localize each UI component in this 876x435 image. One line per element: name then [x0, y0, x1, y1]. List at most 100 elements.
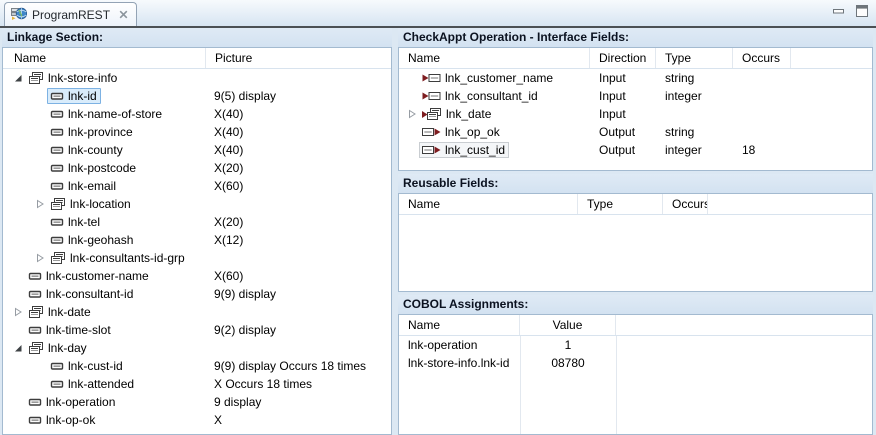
indent-spacer [399, 132, 405, 133]
linkage-tree-row[interactable]: lnk-name-of-storeX(40) [3, 105, 391, 123]
interface-field-row[interactable]: lnk_cust_idOutputinteger18 [399, 141, 872, 159]
linkage-tree-row[interactable]: lnk-cust-id9(9) display Occurs 18 times [3, 357, 391, 375]
column-header-name[interactable]: Name [399, 194, 578, 214]
item-label: lnk-customer-name [46, 269, 149, 283]
linkage-tree-row[interactable]: lnk-time-slot9(2) display [3, 321, 391, 339]
column-header-name[interactable]: Name [399, 48, 590, 68]
interface-field-row[interactable]: lnk_customer_nameInputstring [399, 69, 872, 87]
group-item-icon [28, 306, 44, 319]
twisty-expanded-icon[interactable] [11, 73, 25, 83]
twisty-collapsed-icon[interactable] [33, 253, 47, 263]
column-header-name[interactable]: Name [3, 48, 206, 68]
interface-field-row[interactable]: lnk_op_okOutputstring [399, 123, 872, 141]
direction-cell: Output [590, 125, 656, 139]
item-label: lnk-time-slot [46, 323, 111, 337]
linkage-tree-row[interactable]: lnk-op-okX [3, 411, 391, 429]
name-cell: lnk-province [3, 123, 206, 141]
name-cell: lnk-tel [3, 213, 206, 231]
column-header-type[interactable]: Type [656, 48, 733, 68]
name-cell: lnk-county [3, 141, 206, 159]
linkage-tree-row[interactable]: lnk-geohashX(12) [3, 231, 391, 249]
linkage-tree-row[interactable]: lnk-postcodeX(20) [3, 159, 391, 177]
column-header-picture[interactable]: Picture [206, 48, 391, 68]
linkage-tree-row[interactable]: lnk-email X(60) [3, 177, 391, 195]
picture-cell: X(60) [206, 269, 391, 283]
interface-fields-title: CheckAppt Operation - Interface Fields: [398, 28, 873, 47]
item-label: lnk-op-ok [46, 413, 95, 427]
direction-cell: Output [590, 143, 656, 157]
indent-spacer [399, 96, 405, 97]
indent-spacer [3, 384, 33, 385]
group-input-icon [422, 108, 442, 121]
item-box: lnk-name-of-store [47, 106, 166, 122]
linkage-tree-row[interactable]: lnk-attendedX Occurs 18 times [3, 375, 391, 393]
interface-field-row[interactable]: lnk_consultant_idInputinteger [399, 87, 872, 105]
name-cell: lnk-email [3, 177, 206, 195]
column-header-occurs[interactable]: Occurs [663, 194, 708, 214]
linkage-tree-row[interactable]: lnk-day [3, 339, 391, 357]
linkage-tree-row[interactable]: lnk-telX(20) [3, 213, 391, 231]
type-cell: string [656, 125, 733, 139]
item-label: lnk-consultants-id-grp [70, 251, 185, 265]
cobol-assignments-header: Name Value [399, 315, 872, 336]
interface-field-row[interactable]: lnk_date Input [399, 105, 872, 123]
picture-cell: X(60) [206, 179, 391, 193]
linkage-tree-table: Name Picture lnk-store-infolnk-id9(5) di… [2, 47, 392, 435]
linkage-tree-row[interactable]: lnk-consultants-id-grp [3, 249, 391, 267]
indent-spacer [3, 114, 33, 115]
name-cell: lnk-consultant-id [3, 285, 206, 303]
column-header-direction[interactable]: Direction [590, 48, 656, 68]
column-header-occurs[interactable]: Occurs [733, 48, 791, 68]
twisty-expanded-icon[interactable] [11, 343, 25, 353]
view-window-controls [833, 5, 868, 17]
linkage-tree-row[interactable]: lnk-provinceX(40) [3, 123, 391, 141]
data-item-icon [50, 126, 64, 138]
item-label: lnk-day [48, 341, 87, 355]
name-cell: lnk-customer-name [3, 267, 206, 285]
item-box: lnk-op-ok [25, 412, 99, 428]
linkage-tree-row[interactable]: lnk-consultant-id9(9) display [3, 285, 391, 303]
linkage-tree-row[interactable]: lnk-date [3, 303, 391, 321]
group-item-icon [28, 342, 44, 355]
name-cell: lnk-op-ok [3, 411, 206, 429]
data-item-icon [50, 360, 64, 372]
direction-cell: Input [590, 107, 656, 121]
item-label: lnk-location [70, 197, 131, 211]
indent-spacer [3, 294, 11, 295]
column-header-value[interactable]: Value [520, 315, 616, 335]
twisty-collapsed-icon[interactable] [11, 307, 25, 317]
item-box: lnk-county [47, 142, 127, 158]
name-cell: lnk-name-of-store [3, 105, 206, 123]
linkage-tree-row[interactable]: lnk-operation9 display [3, 393, 391, 411]
item-label: lnk_date [446, 107, 491, 121]
name-cell: lnk_consultant_id [399, 87, 590, 105]
picture-cell: X(12) [206, 233, 391, 247]
linkage-section-title: Linkage Section: [2, 28, 392, 47]
linkage-pane: Linkage Section: Name Picture lnk-store-… [0, 28, 392, 435]
picture-cell: X Occurs 18 times [206, 377, 391, 391]
item-box: lnk-email [47, 178, 120, 194]
twisty-collapsed-icon[interactable] [405, 109, 419, 119]
column-header-type[interactable]: Type [578, 194, 663, 214]
cobol-assignment-row[interactable]: lnk-operation1 [399, 336, 872, 354]
linkage-tree-row[interactable]: lnk-id9(5) display [3, 87, 391, 105]
linkage-tree-row[interactable]: lnk-customer-name X(60) [3, 267, 391, 285]
minimize-view-icon[interactable] [833, 9, 844, 14]
linkage-tree-row[interactable]: lnk-countyX(40) [3, 141, 391, 159]
item-label: lnk-operation [46, 395, 115, 409]
name-cell: lnk-day [3, 339, 206, 357]
interface-fields-table: Name Direction Type Occurs lnk_customer_… [398, 47, 873, 171]
cobol-assignment-row[interactable]: lnk-store-info.lnk-id08780 [399, 354, 872, 372]
tab-close-icon[interactable] [119, 10, 128, 19]
tab-programrest[interactable]: ProgramREST [4, 2, 137, 26]
indent-spacer [399, 150, 405, 151]
name-cell: lnk_op_ok [399, 123, 590, 141]
linkage-tree-row[interactable]: lnk-store-info [3, 69, 391, 87]
item-label: lnk_consultant_id [445, 89, 538, 103]
maximize-view-icon[interactable] [856, 5, 868, 17]
linkage-tree-row[interactable]: lnk-location [3, 195, 391, 213]
twisty-collapsed-icon[interactable] [33, 199, 47, 209]
name-cell: lnk-cust-id [3, 357, 206, 375]
linkage-tree-header: Name Picture [3, 48, 391, 69]
column-header-name[interactable]: Name [399, 315, 520, 335]
